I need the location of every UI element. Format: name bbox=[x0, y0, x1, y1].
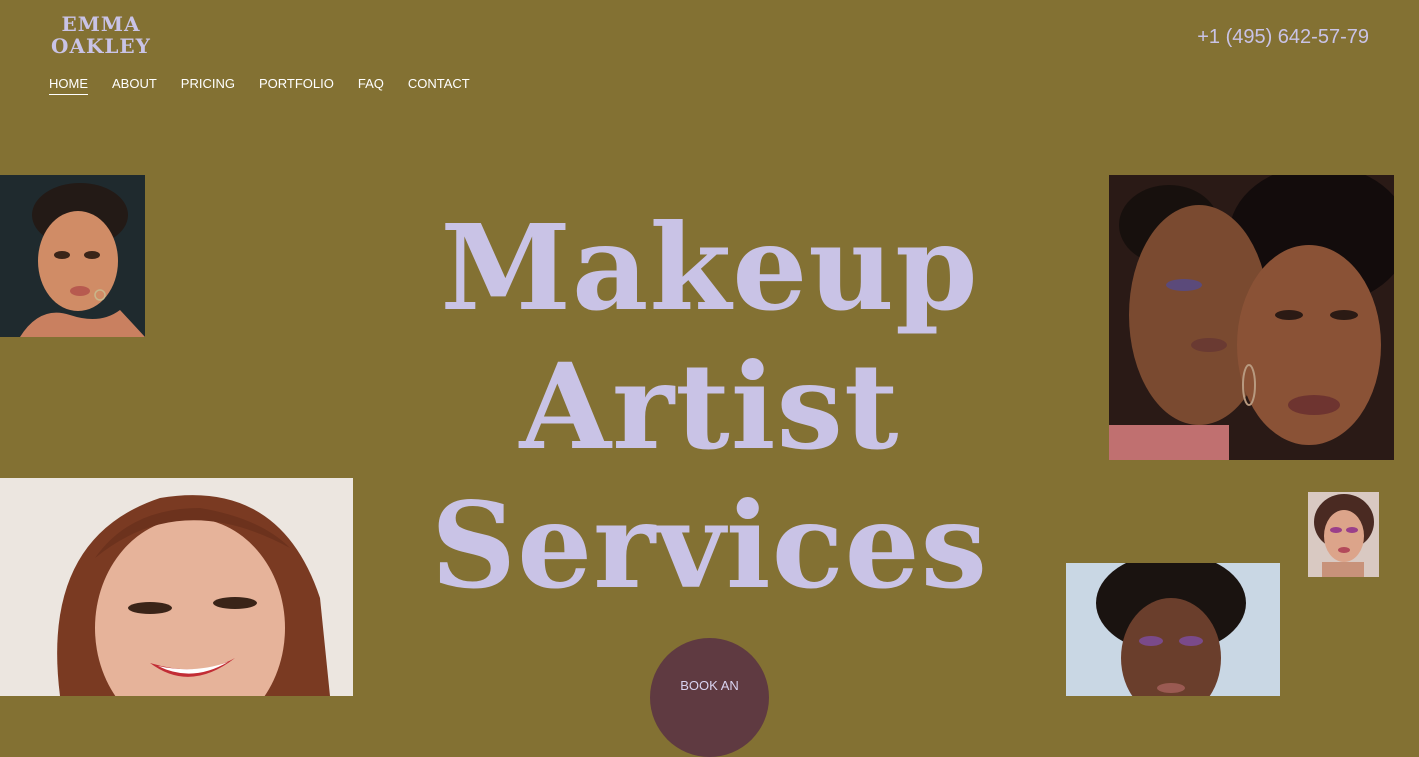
main-nav: HOME ABOUT PRICING PORTFOLIO FAQ CONTACT bbox=[49, 76, 470, 95]
nav-item-faq[interactable]: FAQ bbox=[358, 76, 384, 95]
hero-title-line2: Artist bbox=[519, 337, 900, 476]
phone-number[interactable]: +1 (495) 642-57-79 bbox=[1197, 26, 1369, 49]
hero-title-line3: Services bbox=[430, 476, 989, 615]
nav-item-about[interactable]: ABOUT bbox=[112, 76, 157, 95]
nav-item-portfolio[interactable]: PORTFOLIO bbox=[259, 76, 334, 95]
nav-item-home[interactable]: HOME bbox=[49, 76, 88, 95]
brand-logo-line2: OAKLEY bbox=[51, 34, 151, 58]
hero-title-line1: Makeup bbox=[440, 198, 979, 337]
hero-title: Makeup Artist Services bbox=[0, 198, 1419, 615]
book-appointment-label: BOOK AN bbox=[680, 678, 739, 693]
brand-logo[interactable]: EMMA OAKLEY bbox=[49, 13, 153, 57]
nav-item-pricing[interactable]: PRICING bbox=[181, 76, 235, 95]
nav-item-contact[interactable]: CONTACT bbox=[408, 76, 470, 95]
book-appointment-button[interactable]: BOOK AN bbox=[650, 638, 769, 757]
brand-logo-line1: EMMA bbox=[61, 12, 141, 36]
